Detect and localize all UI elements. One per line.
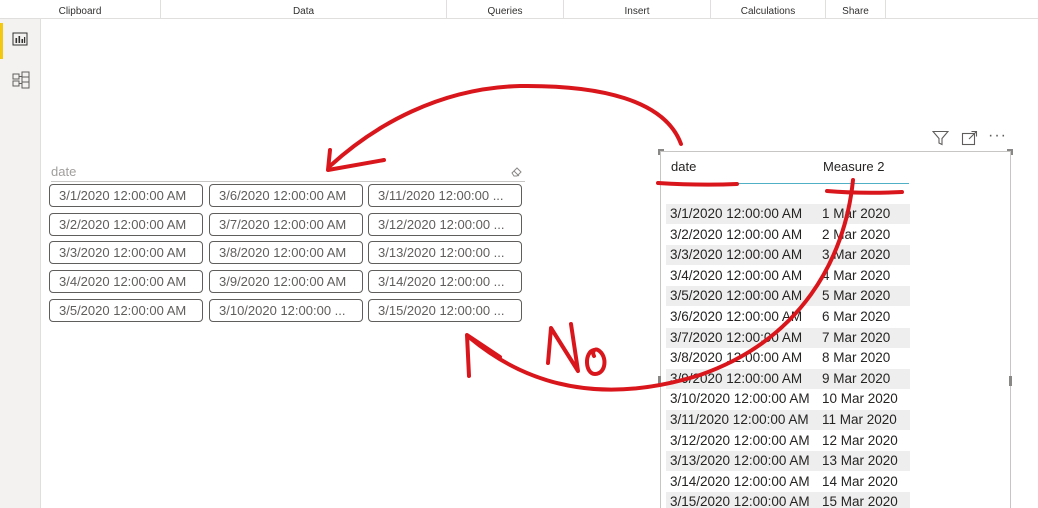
cell-measure-2: 9 Mar 2020 [822, 371, 891, 386]
table-row[interactable]: 3/7/2020 12:00:00 AM 7 Mar 2020 [666, 328, 910, 348]
cell-measure-2: 10 Mar 2020 [822, 391, 898, 406]
ribbon-group-share: Share [826, 0, 886, 19]
cell-date: 3/11/2020 12:00:00 AM [670, 412, 809, 427]
ribbon-group-labels: Clipboard Data Queries Insert Calculatio… [0, 0, 1038, 19]
table-row[interactable]: 3/15/2020 12:00:00 AM 15 Mar 2020 [666, 492, 910, 508]
cell-measure-2: 15 Mar 2020 [822, 494, 898, 508]
cell-date: 3/13/2020 12:00:00 AM [670, 453, 810, 468]
slicer-tile[interactable]: 3/15/2020 12:00:00 ... [368, 299, 522, 322]
resize-handle-top-left[interactable] [658, 149, 664, 155]
ribbon-group-queries: Queries [447, 0, 564, 19]
report-view-icon [12, 32, 28, 46]
table-row[interactable]: 3/8/2020 12:00:00 AM 8 Mar 2020 [666, 348, 910, 368]
cell-measure-2: 6 Mar 2020 [822, 309, 891, 324]
cell-date: 3/14/2020 12:00:00 AM [670, 474, 810, 489]
model-view-button[interactable] [0, 59, 41, 95]
table-row[interactable]: 3/5/2020 12:00:00 AM 5 Mar 2020 [666, 286, 910, 306]
table-row[interactable]: 3/2/2020 12:00:00 AM 2 Mar 2020 [666, 225, 910, 245]
no-letter-o [585, 347, 607, 376]
slicer-tile[interactable]: 3/10/2020 12:00:00 ... [209, 299, 363, 322]
slicer-tile[interactable]: 3/12/2020 12:00:00 ... [368, 213, 522, 236]
table-row[interactable]: 3/10/2020 12:00:00 AM 10 Mar 2020 [666, 389, 910, 409]
resize-handle-left[interactable] [658, 376, 661, 386]
more-options-icon[interactable]: ··· [988, 127, 1007, 145]
cell-measure-2: 5 Mar 2020 [822, 288, 891, 303]
filter-icon[interactable] [931, 130, 950, 151]
cell-measure-2: 14 Mar 2020 [822, 474, 898, 489]
ribbon-group-calculations: Calculations [711, 0, 826, 19]
cell-measure-2: 11 Mar 2020 [822, 412, 897, 427]
cell-measure-2: 4 Mar 2020 [822, 268, 891, 283]
column-header-measure-2[interactable]: Measure 2 [823, 159, 884, 174]
table-row[interactable]: 3/1/2020 12:00:00 AM 1 Mar 2020 [666, 204, 910, 224]
cell-date: 3/12/2020 12:00:00 AM [670, 433, 810, 448]
slicer-tile[interactable]: 3/7/2020 12:00:00 AM [209, 213, 363, 236]
slicer-tile[interactable]: 3/8/2020 12:00:00 AM [209, 241, 363, 264]
bottom-arrow-head [465, 333, 502, 378]
no-letter-N [546, 322, 580, 373]
cell-measure-2: 8 Mar 2020 [822, 350, 891, 365]
cell-date: 3/2/2020 12:00:00 AM [670, 227, 803, 242]
cell-date: 3/7/2020 12:00:00 AM [670, 330, 803, 345]
slicer-tile[interactable]: 3/5/2020 12:00:00 AM [49, 299, 203, 322]
slicer-title: date [51, 164, 77, 179]
cell-date: 3/9/2020 12:00:00 AM [670, 371, 803, 386]
cell-date: 3/15/2020 12:00:00 AM [670, 494, 810, 508]
focus-mode-icon[interactable] [961, 130, 978, 151]
ribbon-group-insert: Insert [564, 0, 711, 19]
cell-measure-2: 1 Mar 2020 [822, 206, 891, 221]
resize-handle-top-right[interactable] [1007, 149, 1013, 155]
cell-measure-2: 7 Mar 2020 [822, 330, 891, 345]
slicer-tile[interactable]: 3/13/2020 12:00:00 ... [368, 241, 522, 264]
ribbon-group-data: Data [161, 0, 447, 19]
table-row[interactable]: 3/9/2020 12:00:00 AM 9 Mar 2020 [666, 369, 910, 389]
table-row[interactable]: 3/14/2020 12:00:00 AM 14 Mar 2020 [666, 472, 910, 492]
report-view-button[interactable] [0, 19, 41, 59]
cell-date: 3/6/2020 12:00:00 AM [670, 309, 803, 324]
table-row[interactable]: 3/6/2020 12:00:00 AM 6 Mar 2020 [666, 307, 910, 327]
cell-date: 3/10/2020 12:00:00 AM [670, 391, 810, 406]
ribbon-group-clipboard: Clipboard [0, 0, 161, 19]
cell-date: 3/8/2020 12:00:00 AM [670, 350, 803, 365]
visual-header-toolbar: ··· [931, 127, 1012, 151]
slicer-tile[interactable]: 3/14/2020 12:00:00 ... [368, 270, 522, 293]
model-view-icon [12, 71, 30, 89]
cell-date: 3/4/2020 12:00:00 AM [670, 268, 803, 283]
power-bi-report-canvas: Clipboard Data Queries Insert Calculatio… [0, 0, 1038, 508]
date-slicer-header: date [51, 163, 525, 182]
slicer-tile[interactable]: 3/1/2020 12:00:00 AM [49, 184, 203, 207]
clear-selections-icon[interactable] [510, 165, 523, 178]
cell-measure-2: 2 Mar 2020 [822, 227, 891, 242]
slicer-tile[interactable]: 3/11/2020 12:00:00 ... [368, 184, 522, 207]
cell-date: 3/1/2020 12:00:00 AM [670, 206, 803, 221]
cell-measure-2: 13 Mar 2020 [822, 453, 898, 468]
table-row[interactable]: 3/12/2020 12:00:00 AM 12 Mar 2020 [666, 431, 910, 451]
slicer-tile[interactable]: 3/9/2020 12:00:00 AM [209, 270, 363, 293]
resize-handle-right[interactable] [1009, 376, 1012, 386]
header-divider [667, 183, 909, 184]
slicer-tile[interactable]: 3/3/2020 12:00:00 AM [49, 241, 203, 264]
cell-date: 3/5/2020 12:00:00 AM [670, 288, 803, 303]
slicer-tile[interactable]: 3/2/2020 12:00:00 AM [49, 213, 203, 236]
view-switcher-rail [0, 19, 41, 508]
table-row[interactable]: 3/3/2020 12:00:00 AM 3 Mar 2020 [666, 245, 910, 265]
table-row[interactable]: 3/13/2020 12:00:00 AM 13 Mar 2020 [666, 451, 910, 471]
cell-measure-2: 3 Mar 2020 [822, 247, 891, 262]
cell-measure-2: 12 Mar 2020 [822, 433, 898, 448]
slicer-tile[interactable]: 3/6/2020 12:00:00 AM [209, 184, 363, 207]
column-header-date[interactable]: date [671, 159, 696, 174]
slicer-tile[interactable]: 3/4/2020 12:00:00 AM [49, 270, 203, 293]
cell-date: 3/3/2020 12:00:00 AM [670, 247, 803, 262]
top-arrow-curve [328, 83, 683, 168]
table-row[interactable]: 3/11/2020 12:00:00 AM 11 Mar 2020 [666, 410, 910, 430]
table-row[interactable]: 3/4/2020 12:00:00 AM 4 Mar 2020 [666, 266, 910, 286]
